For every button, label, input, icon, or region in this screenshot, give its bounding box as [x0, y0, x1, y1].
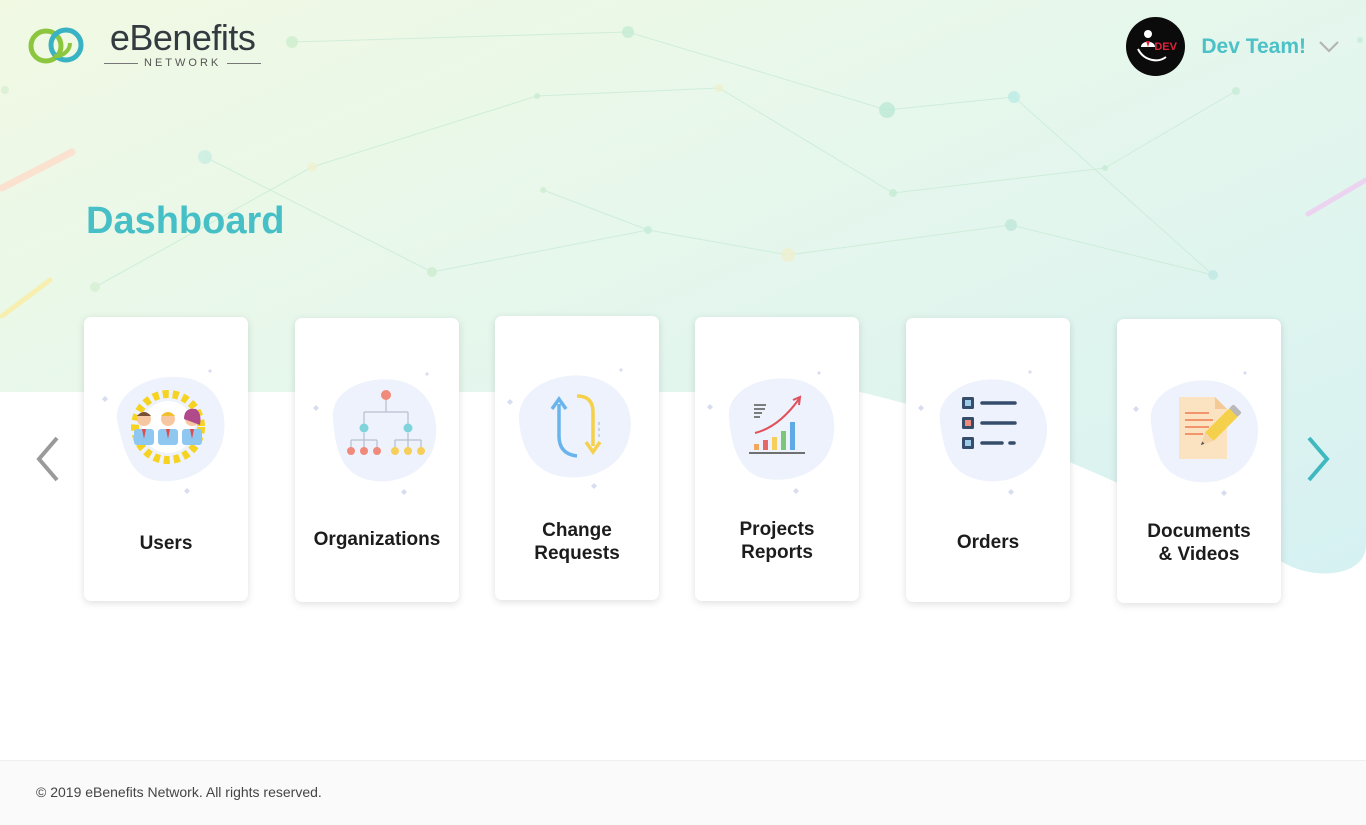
org-chart-icon — [313, 372, 437, 495]
card-documents-videos[interactable]: Documents & Videos — [1117, 319, 1281, 603]
card-orders[interactable]: Orders — [906, 318, 1070, 602]
card-organizations[interactable]: Organizations — [295, 318, 459, 602]
avatar-badge: DEV — [1154, 41, 1177, 53]
footer: © 2019 eBenefits Network. All rights res… — [0, 760, 1366, 825]
chevron-down-icon[interactable] — [1318, 40, 1340, 54]
card-projects-reports[interactable]: Projects Reports — [695, 317, 859, 601]
chevron-left-icon[interactable] — [33, 434, 63, 484]
growth-chart-icon — [707, 371, 835, 494]
page-title: Dashboard — [86, 200, 285, 242]
chevron-right-icon[interactable] — [1303, 434, 1333, 484]
card-label: Organizations — [313, 529, 441, 550]
card-users[interactable]: Users — [84, 317, 248, 601]
avatar[interactable]: DEV — [1126, 17, 1186, 76]
brand-logo-icon — [28, 27, 84, 63]
card-label: Orders — [956, 532, 1020, 553]
users-gear-icon — [102, 369, 225, 494]
brand-logo[interactable]: eBenefits NETWORK — [26, 20, 267, 69]
user-menu[interactable]: DEV Dev Team! — [1126, 17, 1340, 76]
user-name[interactable]: Dev Team! — [1201, 35, 1306, 59]
document-pencil-icon — [1133, 371, 1259, 496]
card-label: Users — [139, 533, 193, 554]
card-change-requests[interactable]: Change Requests — [495, 316, 659, 600]
brand-name: eBenefits — [109, 17, 256, 58]
card-label: Change Requests — [534, 520, 620, 564]
checklist-icon — [918, 370, 1048, 495]
change-arrows-icon — [507, 368, 631, 489]
copyright-text: © 2019 eBenefits Network. All rights res… — [36, 784, 322, 800]
card-label: Projects Reports — [739, 519, 815, 563]
card-label: Documents & Videos — [1147, 521, 1251, 565]
brand-tagline: NETWORK — [144, 57, 222, 69]
